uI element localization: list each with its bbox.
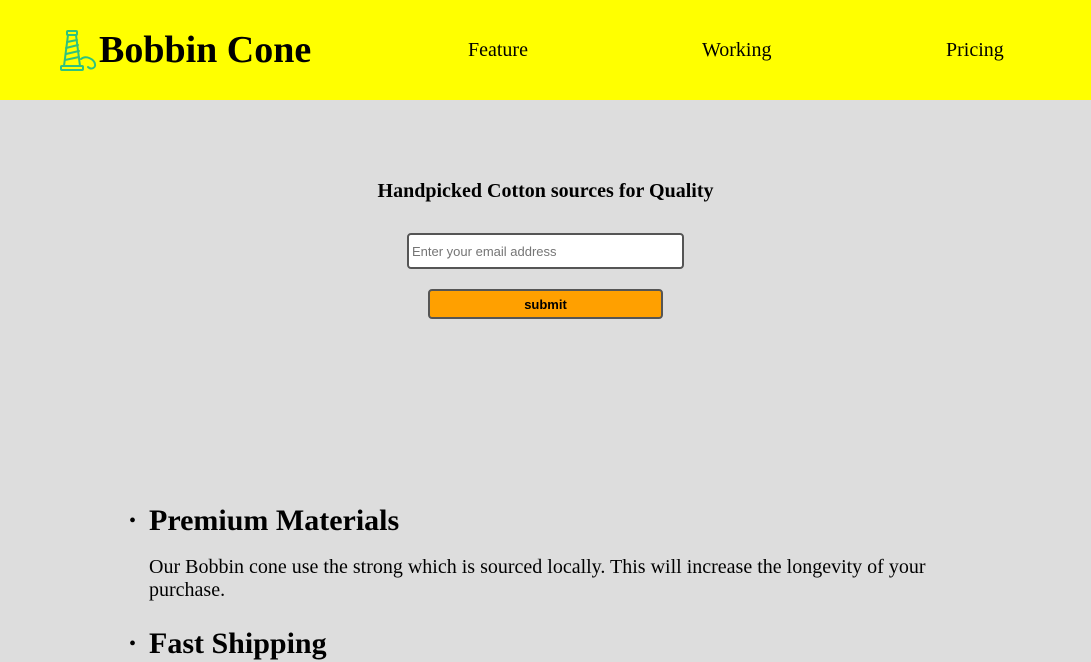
nav-link-working[interactable]: Working (702, 38, 772, 62)
email-input[interactable] (407, 233, 684, 269)
bobbin-cone-icon (60, 30, 97, 71)
submit-button[interactable]: submit (428, 289, 663, 319)
nav-link-pricing[interactable]: Pricing (946, 38, 1004, 62)
feature-title: Premium Materials (149, 504, 400, 537)
list-item: • Premium Materials Our Bobbin cone use … (129, 503, 949, 602)
brand[interactable]: Bobbin Cone (58, 28, 311, 72)
hero-title: Handpicked Cotton sources for Quality (377, 180, 714, 202)
list-item: • Fast Shipping (129, 626, 949, 662)
features-list: • Premium Materials Our Bobbin cone use … (129, 503, 949, 662)
feature-description: Our Bobbin cone use the strong which is … (149, 556, 926, 601)
bullet-icon: • (129, 510, 137, 532)
site-header: Bobbin Cone Feature Working Pricing (0, 0, 1091, 100)
brand-name: Bobbin Cone (99, 29, 312, 71)
bullet-icon: • (129, 633, 137, 655)
feature-title: Fast Shipping (149, 627, 327, 660)
nav-link-feature[interactable]: Feature (468, 38, 528, 62)
